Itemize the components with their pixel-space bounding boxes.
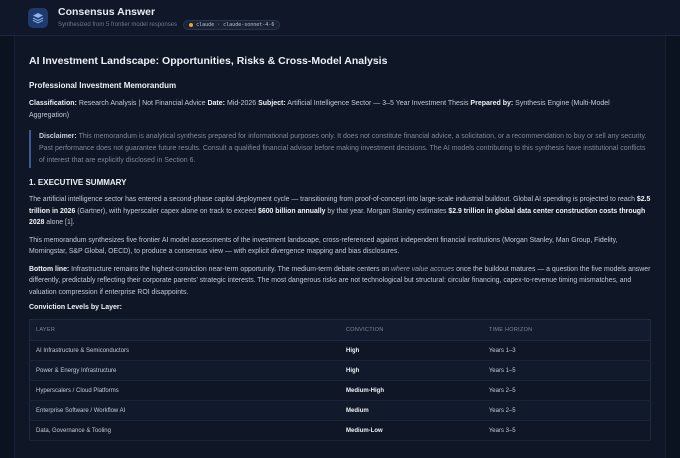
column-header-conviction: CONVICTION — [340, 319, 483, 341]
table-row: Data, Governance & Tooling Medium-Low Ye… — [29, 420, 651, 441]
layer-cell: AI Infrastructure & Semiconductors — [29, 340, 340, 361]
conviction-cell: Medium-Low — [340, 420, 483, 441]
conviction-cell: Medium — [340, 400, 483, 421]
top-bar: Consensus Answer Synthesized from 5 fron… — [0, 0, 680, 36]
disclaimer-block: Disclaimer: This memorandum is analytica… — [29, 130, 651, 168]
conviction-table: LAYER CONVICTION TIME HORIZON AI Infrast… — [29, 319, 651, 441]
executive-summary-paragraph-2: This memorandum synthesizes five frontie… — [29, 236, 618, 256]
table-row: Enterprise Software / Workflow AI Medium… — [29, 400, 651, 421]
layer-cell: Data, Governance & Tooling — [29, 420, 340, 441]
layer-cell: Enterprise Software / Workflow AI — [29, 400, 340, 421]
classification-value: Research Analysis | Not Financial Advice — [78, 100, 206, 107]
prepared-by-label: Prepared by: — [470, 100, 514, 107]
table-header-row: LAYER CONVICTION TIME HORIZON — [29, 319, 651, 341]
executive-summary-paragraph-1: The artificial intelligence sector has e… — [29, 196, 651, 226]
conviction-cell: High — [340, 340, 483, 361]
time-horizon-cell: Years 3–5 — [482, 420, 651, 441]
document-title: AI Investment Landscape: Opportunities, … — [29, 55, 388, 67]
table-row: Power & Energy Infrastructure High Years… — [29, 360, 651, 381]
table-row: AI Infrastructure & Semiconductors High … — [29, 340, 651, 361]
section-heading-executive-summary: 1. EXECUTIVE SUMMARY — [29, 178, 127, 187]
conviction-cell: High — [340, 360, 483, 381]
conviction-levels-label: Conviction Levels by Layer: — [29, 304, 122, 311]
layer-cell: Hyperscalers / Cloud Platforms — [29, 380, 340, 401]
time-horizon-cell: Years 1–3 — [482, 340, 651, 361]
model-badge-label: claude · claude-sonnet-4-6 — [196, 21, 275, 28]
memo-metadata: Classification: Research Analysis | Not … — [29, 98, 651, 122]
layers-icon — [28, 7, 48, 28]
bottom-line-paragraph: Bottom line: Infrastructure remains the … — [29, 265, 651, 296]
model-badge: claude · claude-sonnet-4-6 — [183, 19, 281, 30]
column-header-layer: LAYER — [29, 319, 340, 341]
date-label: Date: — [207, 100, 225, 107]
time-horizon-cell: Years 2–5 — [482, 400, 651, 421]
subject-label: Subject: — [258, 100, 286, 107]
app-title: Consensus Answer — [58, 5, 156, 18]
time-horizon-cell: Years 2–5 — [482, 380, 651, 401]
classification-label: Classification: — [29, 100, 77, 107]
conviction-cell: Medium-High — [340, 380, 483, 401]
answer-content[interactable]: AI Investment Landscape: Opportunities, … — [14, 36, 666, 458]
time-horizon-cell: Years 1–5 — [482, 360, 651, 381]
memo-heading: Professional Investment Memorandum — [29, 81, 177, 90]
layer-cell: Power & Energy Infrastructure — [29, 360, 340, 381]
status-dot-icon — [189, 22, 194, 27]
subject-value: Artificial Intelligence Sector — 3–5 Yea… — [287, 100, 469, 107]
app-subtitle: Synthesized from 5 frontier model respon… — [58, 21, 178, 28]
date-value: Mid-2026 — [226, 100, 257, 107]
column-header-time-horizon: TIME HORIZON — [482, 319, 651, 341]
disclaimer-text: This memorandum is analytical synthesis … — [39, 133, 647, 164]
disclaimer-label: Disclaimer: — [39, 133, 77, 140]
table-row: Hyperscalers / Cloud Platforms Medium-Hi… — [29, 380, 651, 401]
